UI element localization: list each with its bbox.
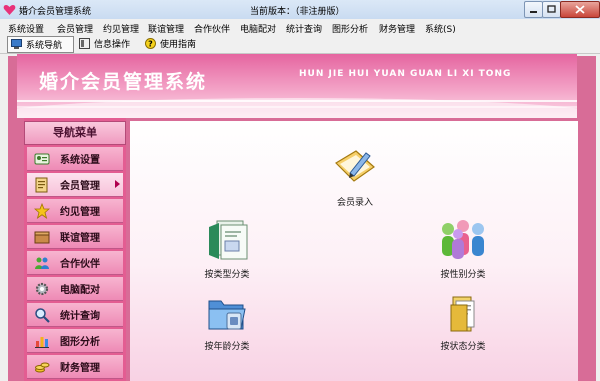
menu-system-settings[interactable]: 系统设置 — [8, 22, 44, 35]
menu-graph-analysis[interactable]: 图形分析 — [332, 22, 368, 35]
user-guide-label: 使用指南 — [160, 40, 197, 50]
menu-member-management[interactable]: 会员管理 — [57, 22, 93, 35]
tile-by-gender[interactable]: 按性别分类 — [426, 217, 500, 280]
chart-icon — [35, 336, 49, 348]
folder-blue-icon — [208, 300, 246, 330]
banner: 婚介会员管理系统 HUN JIE HUI YUAN GUAN LI XI TON… — [17, 54, 577, 118]
magnifier-icon — [35, 307, 50, 323]
id-card-icon — [34, 153, 50, 164]
nav-item-label: 联谊管理 — [60, 233, 100, 244]
menu-appointment-management[interactable]: 约见管理 — [103, 22, 139, 35]
doc-type-icon — [209, 220, 248, 260]
nav-item-appointment-management[interactable]: 约见管理 — [27, 199, 123, 223]
nav-item-computer-matching[interactable]: 电脑配对 — [27, 277, 123, 301]
monitor-icon — [11, 39, 22, 49]
nav-item-label: 系统设置 — [60, 155, 100, 166]
app-window: 婚介会员管理系统 当前版本：（非注册版） 系统设置 会员管理 约见管理 联谊管理… — [0, 0, 600, 381]
close-button[interactable] — [560, 1, 600, 18]
nav-header: 导航菜单 — [24, 121, 126, 145]
user-guide-button[interactable]: ? 使用指南 — [142, 36, 206, 51]
maximize-icon — [547, 5, 556, 13]
nav-item-label: 约见管理 — [60, 207, 100, 218]
content-area: 会员录入 按类型分类 按性别分类 按年龄分类 按状态分类 — [130, 121, 578, 381]
nav-item-system-settings[interactable]: 系统设置 — [27, 147, 123, 171]
close-icon — [575, 5, 585, 14]
coins-icon — [35, 362, 50, 372]
version-text: 当前版本：（非注册版） — [250, 7, 345, 17]
tile-label: 按类型分类 — [204, 270, 250, 280]
nav-item-label: 图形分析 — [60, 337, 100, 348]
minimize-icon — [530, 11, 537, 13]
system-nav-button[interactable]: 系统导航 — [7, 36, 74, 53]
svg-text:?: ? — [148, 40, 153, 49]
panel-icon — [79, 38, 90, 49]
tile-member-entry[interactable]: 会员录入 — [320, 145, 390, 208]
nav-item-partners[interactable]: 合作伙伴 — [27, 251, 123, 275]
banner-subtitle: HUN JIE HUI YUAN GUAN LI XI TONG — [299, 69, 512, 79]
people-icon — [35, 257, 49, 269]
banner-stripe — [17, 100, 577, 102]
tile-label: 按性别分类 — [440, 270, 486, 280]
window-title: 婚介会员管理系统 — [19, 7, 92, 17]
banner-title: 婚介会员管理系统 — [39, 71, 208, 93]
register-icon — [335, 150, 375, 182]
nav-item-member-management[interactable]: 会员管理 — [27, 173, 123, 197]
box-icon — [34, 231, 50, 243]
nav-item-label: 电脑配对 — [60, 285, 100, 296]
menu-system-s[interactable]: 系统(S) — [425, 22, 456, 35]
tile-by-type[interactable]: 按类型分类 — [192, 217, 262, 280]
selected-arrow-icon — [115, 180, 120, 188]
nav-item-label: 财务管理 — [60, 363, 100, 374]
title-bar: 婚介会员管理系统 当前版本：（非注册版） — [0, 0, 600, 20]
menu-bar: 系统设置 会员管理 约见管理 联谊管理 合作伙伴 电脑配对 统计查询 图形分析 … — [0, 19, 600, 35]
menu-partners[interactable]: 合作伙伴 — [194, 22, 230, 35]
tile-label: 会员录入 — [336, 198, 373, 208]
nav-item-label: 统计查询 — [60, 311, 100, 322]
nav-item-statistics-query[interactable]: 统计查询 — [27, 303, 123, 327]
nav-item-finance-management[interactable]: 财务管理 — [27, 355, 123, 379]
menu-finance-management[interactable]: 财务管理 — [379, 22, 415, 35]
tile-by-age[interactable]: 按年龄分类 — [192, 291, 262, 352]
banner-stripe — [17, 106, 577, 108]
nav-item-social-management[interactable]: 联谊管理 — [27, 225, 123, 249]
minimize-button[interactable] — [524, 1, 543, 18]
maximize-button[interactable] — [542, 1, 561, 18]
tile-by-status[interactable]: 按状态分类 — [426, 291, 500, 352]
menu-computer-matching[interactable]: 电脑配对 — [240, 22, 276, 35]
document-icon — [35, 177, 48, 192]
info-operation-label: 信息操作 — [94, 40, 131, 50]
app-heart-icon — [3, 5, 16, 15]
people-group-icon — [442, 220, 484, 259]
gear-icon — [35, 282, 49, 295]
menu-social-management[interactable]: 联谊管理 — [148, 22, 184, 35]
nav-item-label: 会员管理 — [60, 181, 100, 192]
toolbar: 系统导航 信息操作 ? 使用指南 — [0, 35, 600, 54]
info-operation-button[interactable]: 信息操作 — [76, 36, 138, 51]
star-icon — [34, 202, 50, 219]
menu-statistics-query[interactable]: 统计查询 — [286, 22, 322, 35]
nav-item-graph-analysis[interactable]: 图形分析 — [27, 329, 123, 353]
nav-item-label: 合作伙伴 — [60, 259, 100, 270]
help-icon: ? — [145, 38, 156, 49]
system-nav-label: 系统导航 — [26, 41, 63, 51]
tile-label: 按年龄分类 — [204, 342, 250, 352]
tile-label: 按状态分类 — [440, 342, 486, 352]
folder-yellow-icon — [450, 296, 475, 332]
